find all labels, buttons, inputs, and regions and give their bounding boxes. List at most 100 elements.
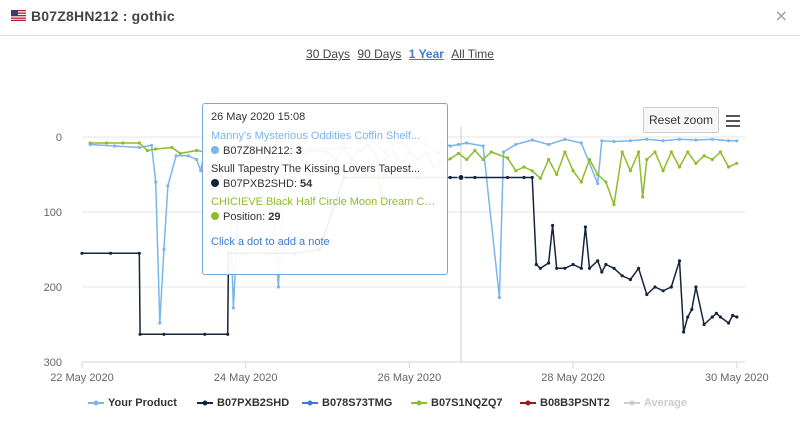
series-point (145, 148, 150, 153)
series-point (682, 330, 686, 334)
series-point (551, 223, 555, 228)
series-point (661, 289, 665, 293)
series-point (465, 157, 469, 162)
range-30-days[interactable]: 30 Days (306, 47, 350, 61)
series-point (563, 266, 567, 270)
series-point (448, 157, 452, 161)
legend-label: B078S73TMG (322, 397, 393, 409)
series-point (203, 332, 207, 336)
series-point (612, 266, 616, 270)
series-point (604, 262, 608, 267)
series-point (506, 156, 510, 160)
series-point (637, 266, 641, 270)
chart-tooltip: 26 May 2020 15:08 Manny's Mysterious Odd… (202, 103, 448, 275)
series-point (166, 184, 170, 188)
series-point (154, 180, 158, 184)
series-point (677, 259, 682, 263)
series-point (563, 137, 567, 141)
series-point (735, 315, 739, 319)
series-point (105, 141, 109, 145)
series-point (109, 251, 113, 255)
series-point (686, 315, 690, 319)
x-tick-label: 30 May 2020 (705, 372, 769, 384)
series-point (534, 262, 538, 267)
series-point (628, 169, 633, 173)
series-point (154, 147, 158, 151)
series-point (718, 315, 723, 319)
series-point (530, 169, 534, 173)
x-tick-label: 28 May 2020 (541, 372, 605, 384)
add-note-link[interactable]: Click a dot to add a note (211, 236, 439, 248)
series-point (620, 150, 624, 154)
series-point (547, 261, 551, 265)
series-point (686, 150, 690, 154)
range-1-year[interactable]: 1 Year (409, 47, 444, 61)
series-point (473, 148, 477, 153)
series-point (522, 165, 526, 169)
legend-item-average[interactable]: Average (624, 397, 687, 409)
series-dot-icon (211, 146, 219, 154)
series-point (661, 169, 665, 173)
series-point (137, 251, 141, 255)
legend-label: Your Product (108, 397, 177, 409)
series-dot-icon (211, 212, 219, 220)
legend-item-b08b3psnt2[interactable]: B08B3PSNT2 (520, 397, 610, 409)
series-point (645, 292, 649, 297)
series-point (620, 274, 624, 278)
legend-item-your-product[interactable]: Your Product (88, 397, 177, 409)
series-point (727, 165, 731, 169)
series-point (604, 180, 608, 184)
series-point (481, 144, 485, 148)
series-point (694, 285, 698, 289)
series-point (162, 247, 166, 252)
legend-marker-icon (411, 400, 427, 406)
legend-label: B08B3PSNT2 (540, 397, 610, 409)
series-point (645, 137, 649, 141)
series-point (571, 169, 575, 173)
legend-item-b078s73tmg[interactable]: B078S73TMG (302, 397, 392, 409)
close-icon[interactable]: × (775, 6, 788, 25)
tooltip-label: B07PXB2SHD: (223, 178, 297, 190)
page-title: B07Z8HN212 : gothic (31, 8, 175, 24)
series-point (579, 180, 583, 184)
legend-item-b07s1nqzq7[interactable]: B07S1NQZQ7 (411, 397, 503, 409)
series-point (628, 139, 633, 143)
series-point (731, 313, 735, 318)
tooltip-value: 3 (295, 145, 302, 157)
series-point (456, 142, 461, 147)
y-tick-label: 200 (44, 282, 62, 294)
hover-marker (457, 174, 465, 181)
series-point (628, 277, 633, 282)
range-selector: 30 Days 90 Days 1 Year All Time (0, 47, 800, 61)
series-dot-icon (211, 179, 219, 187)
tooltip-label: Position: (223, 211, 266, 223)
series-point (514, 169, 518, 173)
tooltip-value: 54 (300, 178, 313, 190)
series-point (710, 315, 714, 319)
series-point (677, 165, 682, 169)
series-point (178, 151, 182, 156)
legend-marker-icon (302, 400, 318, 406)
series-point (113, 144, 117, 148)
series-point (710, 157, 714, 162)
range-90-days[interactable]: 90 Days (357, 47, 401, 61)
legend-label: Average (644, 397, 688, 409)
hamburger-menu-icon[interactable] (726, 113, 742, 127)
legend-label: B07S1NQZQ7 (431, 397, 503, 409)
legend-item-b07pxb2shd[interactable]: B07PXB2SHD (197, 397, 289, 409)
series-point (276, 285, 280, 289)
series-point (718, 150, 723, 154)
series-point (571, 262, 575, 267)
series-point (174, 154, 178, 158)
series-point (226, 332, 230, 336)
series-point (727, 321, 731, 325)
tooltip-date: 26 May 2020 15:08 (211, 111, 306, 123)
reset-zoom-button[interactable]: Reset zoom (643, 107, 719, 133)
series-point (600, 139, 604, 143)
range-all-time[interactable]: All Time (451, 47, 494, 61)
series-point (579, 266, 583, 270)
series-point (735, 161, 739, 165)
legend-label: B07PXB2SHD (217, 397, 290, 409)
series-point (538, 176, 543, 180)
series-point (596, 259, 600, 263)
